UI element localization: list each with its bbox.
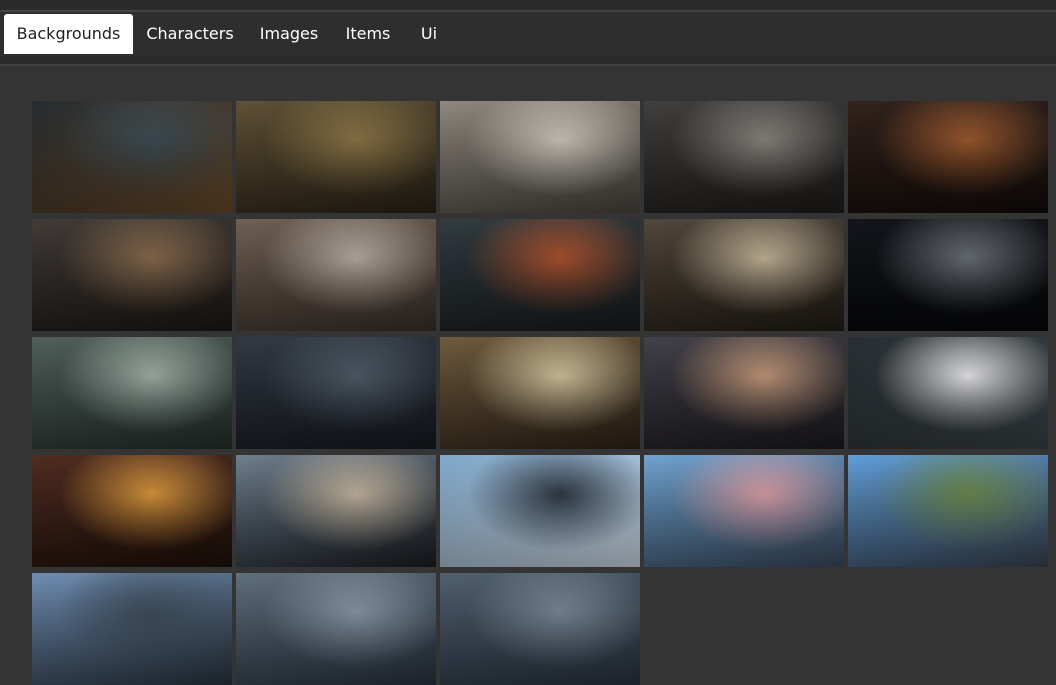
thumbnail-shading	[236, 455, 436, 567]
background-thumbnail[interactable]	[644, 219, 844, 331]
background-thumbnail[interactable]	[32, 337, 232, 449]
tab-ui[interactable]: Ui	[406, 14, 452, 54]
background-thumbnail[interactable]	[32, 101, 232, 213]
background-thumbnail-grid	[0, 66, 1056, 685]
thumbnail-shading	[440, 573, 640, 685]
tab-items[interactable]: Items	[334, 14, 402, 54]
background-thumbnail[interactable]	[236, 573, 436, 685]
tab-characters[interactable]: Characters	[136, 14, 244, 54]
thumbnail-shading	[236, 101, 436, 213]
thumbnail-shading	[236, 219, 436, 331]
thumbnail-shading	[644, 219, 844, 331]
window-top-strip	[0, 0, 1056, 12]
background-thumbnail[interactable]	[440, 337, 640, 449]
background-thumbnail[interactable]	[32, 455, 232, 567]
thumbnail-shading	[32, 219, 232, 331]
background-thumbnail[interactable]	[848, 455, 1048, 567]
thumbnail-shading	[848, 219, 1048, 331]
background-thumbnail[interactable]	[32, 573, 232, 685]
thumbnail-shading	[848, 455, 1048, 567]
background-thumbnail[interactable]	[236, 101, 436, 213]
background-thumbnail[interactable]	[236, 337, 436, 449]
thumbnail-shading	[32, 337, 232, 449]
thumbnail-shading	[440, 337, 640, 449]
background-thumbnail[interactable]	[848, 219, 1048, 331]
background-thumbnail[interactable]	[236, 455, 436, 567]
thumbnail-shading	[644, 101, 844, 213]
background-thumbnail[interactable]	[440, 219, 640, 331]
thumbnail-shading	[236, 337, 436, 449]
background-thumbnail[interactable]	[848, 337, 1048, 449]
thumbnail-shading	[32, 101, 232, 213]
thumbnail-shading	[236, 573, 436, 685]
background-thumbnail[interactable]	[644, 337, 844, 449]
background-thumbnail[interactable]	[440, 573, 640, 685]
background-thumbnail[interactable]	[848, 101, 1048, 213]
category-tab-bar: Backgrounds Characters Images Items Ui	[0, 12, 1056, 56]
thumbnail-shading	[440, 101, 640, 213]
thumbnail-shading	[644, 455, 844, 567]
background-thumbnail[interactable]	[440, 455, 640, 567]
thumbnail-shading	[440, 455, 640, 567]
background-thumbnail[interactable]	[236, 219, 436, 331]
thumbnail-shading	[440, 219, 640, 331]
thumbnail-shading	[848, 337, 1048, 449]
background-thumbnail[interactable]	[440, 101, 640, 213]
thumbnail-shading	[32, 455, 232, 567]
thumbnail-shading	[848, 101, 1048, 213]
thumbnail-shading	[32, 573, 232, 685]
background-thumbnail[interactable]	[644, 101, 844, 213]
tab-backgrounds[interactable]: Backgrounds	[4, 14, 133, 54]
tab-content-separator	[0, 56, 1056, 66]
background-thumbnail[interactable]	[32, 219, 232, 331]
background-thumbnail[interactable]	[644, 455, 844, 567]
tab-images[interactable]: Images	[248, 14, 330, 54]
thumbnail-shading	[644, 337, 844, 449]
